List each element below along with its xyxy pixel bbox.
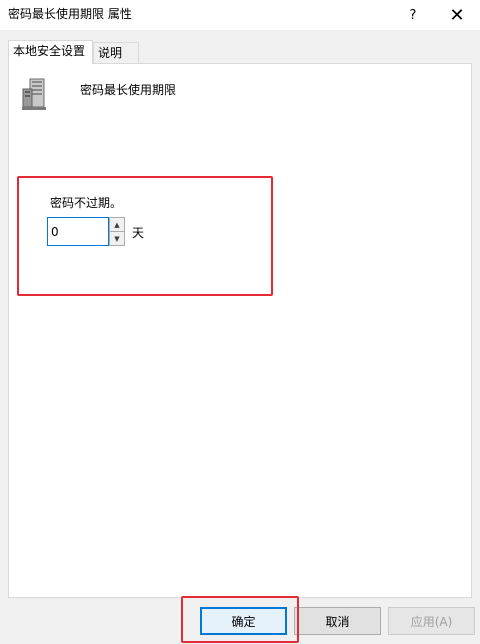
arrow-down-icon: ▼: [114, 234, 120, 243]
apply-button[interactable]: 应用(A): [388, 607, 475, 635]
tab-panel: 密码最长使用期限 密码不过期。 ▲ ▼ 天: [8, 63, 472, 598]
window-title: 密码最长使用期限 属性: [8, 7, 132, 21]
highlight-ok-box: [181, 596, 299, 643]
close-button[interactable]: ✕: [434, 0, 480, 30]
policy-name: 密码最长使用期限: [80, 83, 177, 97]
arrow-up-icon: ▲: [114, 220, 120, 229]
days-unit-label: 天: [132, 226, 145, 240]
spin-up-button[interactable]: ▲: [109, 217, 125, 232]
cancel-button[interactable]: 取消: [294, 607, 381, 635]
tab-local-security-setting[interactable]: 本地安全设置: [8, 40, 93, 64]
spin-down-button[interactable]: ▼: [109, 231, 125, 246]
days-input[interactable]: [47, 217, 109, 246]
help-button[interactable]: ?: [390, 0, 436, 30]
title-bar: 密码最长使用期限 属性 ? ✕: [0, 0, 480, 30]
tab-explain[interactable]: 说明: [93, 42, 139, 63]
properties-dialog: 密码最长使用期限 属性 ? ✕ 本地安全设置 说明 密码最长使用期限 密码不过期…: [0, 0, 480, 644]
never-expire-label: 密码不过期。: [50, 196, 123, 210]
server-policy-icon: [22, 78, 46, 110]
